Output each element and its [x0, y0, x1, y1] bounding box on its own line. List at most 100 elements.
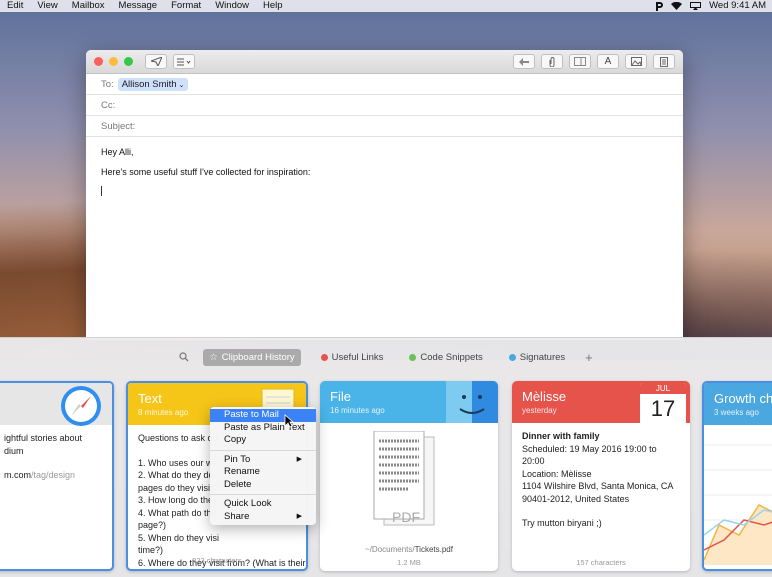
menu-rename[interactable]: Rename	[210, 466, 316, 479]
menu-delete[interactable]: Delete	[210, 479, 316, 492]
paste-app-icon[interactable]	[655, 1, 664, 11]
card-type: Growth ch	[714, 391, 772, 406]
link-url: m.com/tag/design	[4, 469, 102, 482]
send-button[interactable]	[145, 54, 167, 69]
menu-item-label: Rename	[224, 466, 260, 477]
file-path: ~/Documents/Tickets.pdf	[320, 545, 498, 554]
markup-button[interactable]	[569, 54, 591, 69]
file-preview: PDF	[320, 423, 498, 543]
subject-field[interactable]: Subject:	[86, 116, 683, 137]
event-line: 1104 Wilshire Blvd, Santa Monica, CA	[522, 481, 674, 491]
menu-window[interactable]: Window	[208, 0, 256, 12]
link-title-line: dium	[4, 445, 24, 456]
recipient-name: Allison Smith	[121, 78, 177, 90]
tab-useful-links[interactable]: Useful Links	[315, 349, 390, 366]
context-menu: Paste to Mail Paste as Plain Text Copy P…	[210, 407, 316, 525]
wifi-icon[interactable]	[671, 2, 683, 10]
event-line: Try mutton biryani ;)	[522, 518, 602, 528]
url-domain: m.com	[4, 470, 31, 480]
tab-label: Signatures	[519, 351, 566, 363]
menu-edit[interactable]: Edit	[0, 0, 30, 12]
menu-bar: Edit View Mailbox Message Format Window …	[0, 0, 772, 12]
event-title: Dinner with family	[522, 431, 600, 441]
to-label: To:	[101, 78, 114, 90]
photo-icon	[630, 57, 642, 66]
attach-button[interactable]	[541, 54, 563, 69]
image-card[interactable]: Growth ch 3 weeks ago	[702, 381, 772, 571]
format-button[interactable]: A	[597, 54, 619, 69]
card-footer: 323 characters	[192, 556, 242, 565]
file-card[interactable]: File 16 minutes ago PDF ~/Documents/Tick…	[320, 381, 498, 571]
body-line: Here's some useful stuff I've collected …	[101, 167, 311, 177]
link-card[interactable]: ightful stories about dium m.com/tag/des…	[0, 381, 114, 571]
menu-share[interactable]: Share ▶	[210, 511, 316, 524]
menu-help[interactable]: Help	[256, 0, 290, 12]
clock[interactable]: Wed 9:41 AM	[709, 0, 766, 12]
card-footer: 1.2 MB	[397, 558, 421, 567]
cc-field[interactable]: Cc:	[86, 95, 683, 116]
photo-browser-button[interactable]	[625, 54, 647, 69]
card-header: Mèlisse yesterday JUL 17	[512, 381, 690, 425]
status-area: Wed 9:41 AM	[655, 0, 772, 12]
menu-copy[interactable]: Copy	[210, 434, 316, 447]
menu-separator	[210, 494, 316, 495]
text-line: time?)	[138, 545, 164, 555]
menu-mailbox[interactable]: Mailbox	[65, 0, 112, 12]
menu-item-label: Share	[224, 510, 250, 522]
menu-format[interactable]: Format	[164, 0, 208, 12]
card-content: ightful stories about dium m.com/tag/des…	[0, 425, 112, 489]
pdf-label: PDF	[392, 509, 420, 525]
menu-view[interactable]: View	[30, 0, 64, 12]
zoom-window-button[interactable]	[124, 57, 133, 66]
growth-chart-thumbnail	[704, 444, 772, 565]
event-card[interactable]: Mèlisse yesterday JUL 17 Dinner with fam…	[512, 381, 690, 571]
add-pinboard-button[interactable]: +	[585, 350, 593, 365]
event-line: Location: Mèlisse	[522, 468, 592, 479]
mouse-pointer-icon	[284, 414, 294, 428]
header-fields-button[interactable]	[173, 54, 195, 69]
tab-clipboard-history[interactable]: ☆ Clipboard History	[203, 348, 301, 366]
menu-pin-to[interactable]: Pin To ▶	[210, 454, 316, 467]
green-dot-icon	[409, 353, 417, 361]
close-window-button[interactable]	[94, 57, 103, 66]
blue-dot-icon	[508, 353, 516, 361]
menu-paste-to-mail[interactable]: Paste to Mail	[210, 409, 316, 422]
text-cursor	[101, 186, 102, 196]
event-line	[522, 505, 680, 517]
compose-window: A To: Allison Smith ⌄ Cc: Subject: Hey A…	[86, 50, 683, 340]
finder-icon	[446, 381, 498, 423]
paste-panel: ☆ Clipboard History Useful Links Code Sn…	[0, 337, 772, 577]
card-timestamp: 3 weeks ago	[714, 408, 759, 417]
submenu-arrow-icon: ▶	[296, 455, 302, 463]
card-header: File 16 minutes ago	[320, 381, 498, 423]
message-body[interactable]: Hey Alli, Here's some useful stuff I've …	[86, 137, 683, 208]
paper-plane-icon	[150, 57, 162, 66]
paperclip-icon	[549, 56, 555, 67]
menu-item-label: Paste to Mail	[224, 409, 279, 420]
subject-label: Subject:	[101, 120, 136, 132]
calendar-day: 17	[650, 396, 676, 421]
red-dot-icon	[320, 353, 328, 361]
pinboard-tabs: ☆ Clipboard History Useful Links Code Sn…	[0, 347, 772, 367]
airplay-icon[interactable]	[690, 2, 702, 10]
tab-signatures[interactable]: Signatures	[503, 349, 571, 366]
tab-label: Useful Links	[331, 351, 384, 363]
file-directory: ~/Documents/	[365, 545, 415, 554]
tab-code-snippets[interactable]: Code Snippets	[403, 349, 488, 366]
search-icon[interactable]	[179, 352, 189, 362]
minimize-window-button[interactable]	[109, 57, 118, 66]
text-line: 5. When do they visi	[138, 532, 220, 543]
submenu-arrow-icon: ▶	[296, 512, 302, 520]
url-path: /tag/design	[31, 470, 76, 480]
event-line: Scheduled: 19 May 2016 19:00 to	[522, 443, 657, 454]
recipient-token[interactable]: Allison Smith ⌄	[117, 77, 189, 91]
menu-message[interactable]: Message	[112, 0, 165, 12]
menu-quick-look[interactable]: Quick Look	[210, 498, 316, 511]
document-button[interactable]	[653, 54, 675, 69]
reply-button[interactable]	[513, 54, 535, 69]
to-field[interactable]: To: Allison Smith ⌄	[86, 74, 683, 95]
menu-paste-plain-text[interactable]: Paste as Plain Text	[210, 422, 316, 435]
menu-separator	[210, 449, 316, 451]
calendar-month: JUL	[640, 383, 686, 394]
menu-item-label: Copy	[224, 434, 247, 445]
